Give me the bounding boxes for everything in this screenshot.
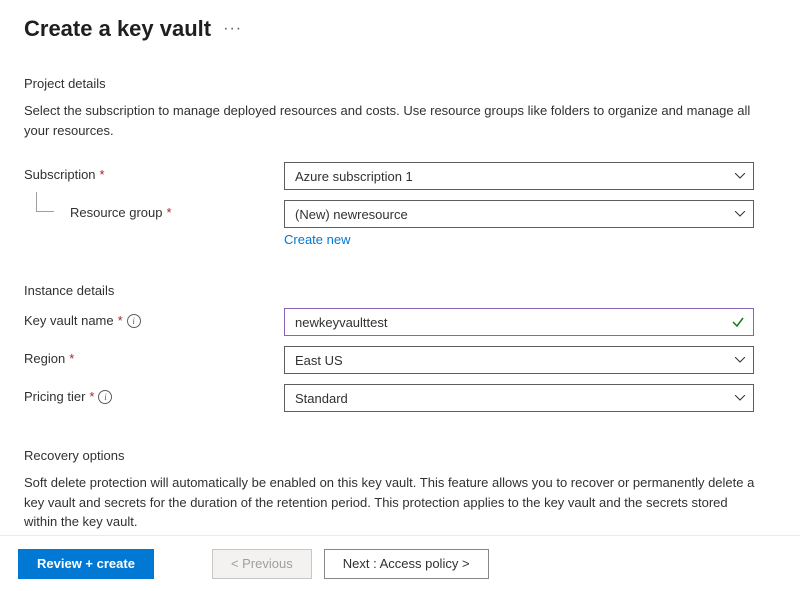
required-asterisk: * (100, 167, 105, 182)
chevron-down-icon (735, 395, 745, 401)
recovery-options-description: Soft delete protection will automaticall… (24, 473, 764, 532)
pricing-tier-label: Pricing tier * i (24, 384, 284, 404)
previous-button: < Previous (212, 549, 312, 579)
required-asterisk: * (167, 205, 172, 220)
create-new-link[interactable]: Create new (284, 232, 350, 247)
page-title: Create a key vault (24, 16, 211, 42)
subscription-dropdown[interactable]: Azure subscription 1 (284, 162, 754, 190)
info-icon[interactable]: i (127, 314, 141, 328)
nest-line-icon (36, 192, 54, 212)
region-dropdown[interactable]: East US (284, 346, 754, 374)
keyvault-name-input[interactable]: newkeyvaulttest (284, 308, 754, 336)
resource-group-row: Resource group * (New) newresource Creat… (24, 200, 776, 247)
required-asterisk: * (89, 389, 94, 404)
next-button[interactable]: Next : Access policy > (324, 549, 489, 579)
subscription-row: Subscription * Azure subscription 1 (24, 162, 776, 190)
project-details-description: Select the subscription to manage deploy… (24, 101, 764, 140)
instance-details-heading: Instance details (24, 283, 776, 298)
chevron-down-icon (735, 357, 745, 363)
chevron-down-icon (735, 211, 745, 217)
region-label: Region * (24, 346, 284, 366)
info-icon[interactable]: i (98, 390, 112, 404)
resource-group-dropdown[interactable]: (New) newresource (284, 200, 754, 228)
page-content: Create a key vault ··· Project details S… (0, 0, 800, 535)
title-row: Create a key vault ··· (24, 16, 776, 42)
keyvault-name-row: Key vault name * i newkeyvaulttest (24, 308, 776, 336)
checkmark-icon (731, 315, 745, 329)
recovery-options-heading: Recovery options (24, 448, 776, 463)
resource-group-label: Resource group * (24, 200, 284, 220)
review-create-button[interactable]: Review + create (18, 549, 154, 579)
subscription-label: Subscription * (24, 162, 284, 182)
pricing-tier-row: Pricing tier * i Standard (24, 384, 776, 412)
more-options-icon[interactable]: ··· (223, 20, 242, 38)
region-row: Region * East US (24, 346, 776, 374)
chevron-down-icon (735, 173, 745, 179)
keyvault-name-label: Key vault name * i (24, 308, 284, 328)
footer-bar: Review + create < Previous Next : Access… (0, 535, 800, 591)
project-details-heading: Project details (24, 76, 776, 91)
required-asterisk: * (69, 351, 74, 366)
pricing-tier-dropdown[interactable]: Standard (284, 384, 754, 412)
required-asterisk: * (118, 313, 123, 328)
